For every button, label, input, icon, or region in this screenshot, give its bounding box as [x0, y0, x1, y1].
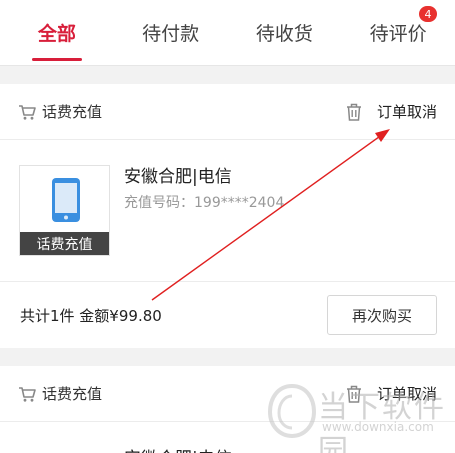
recharge-number: 充值号码：199****2404 — [124, 195, 285, 211]
order-status: 订单取消 — [376, 103, 437, 121]
order-type-label: 话费充值 — [42, 103, 103, 121]
product-tag: 话费充值 — [20, 232, 109, 255]
order-tabs: 全部 待付款 待收货 待评价 4 — [0, 0, 455, 66]
product-thumbnail: 话费充值 — [19, 165, 110, 256]
order-status: 订单取消 — [376, 385, 437, 403]
review-count-badge: 4 — [419, 6, 437, 22]
phone-icon — [52, 178, 80, 222]
order-product[interactable]: 话费充值 安徽合肥|电信 充值号码：199****2404 — [0, 140, 455, 282]
tab-all[interactable]: 全部 — [0, 0, 114, 65]
cart-icon — [19, 386, 36, 402]
order-type-label: 话费充值 — [42, 385, 103, 403]
tab-pending-payment-label: 待付款 — [142, 23, 200, 45]
tab-pending-payment[interactable]: 待付款 — [114, 0, 228, 65]
order-card-header: 话费充值 订单取消 — [0, 84, 455, 140]
order-list-page: 全部 待付款 待收货 待评价 4 话费充值 订单取消 话费充值 安徽合肥|电信 … — [0, 0, 455, 453]
product-name: 安徽合肥|电信 — [124, 167, 232, 187]
cart-icon — [19, 104, 36, 120]
order-card: 话费充值 订单取消 话费充值 安徽合肥|电信 充值号码：199****2404 — [0, 84, 455, 348]
active-tab-underline — [31, 58, 82, 61]
order-card-footer: 共计1件 金额¥99.80 再次购买 — [0, 282, 455, 348]
rebuy-button[interactable]: 再次购买 — [327, 295, 437, 335]
trash-icon[interactable] — [345, 384, 363, 404]
tab-pending-review-label: 待评价 — [369, 23, 427, 45]
product-name: 安徽合肥|电信 — [124, 444, 232, 453]
order-card: 话费充值 订单取消 安徽合肥|电信 — [0, 366, 455, 453]
tab-all-label: 全部 — [37, 23, 76, 45]
tab-pending-review[interactable]: 待评价 4 — [341, 0, 455, 65]
tab-pending-receipt[interactable]: 待收货 — [228, 0, 342, 65]
order-total: 共计1件 金额¥99.80 — [20, 306, 162, 325]
order-card-header: 话费充值 订单取消 — [0, 366, 455, 422]
tab-pending-receipt-label: 待收货 — [255, 23, 313, 45]
trash-icon[interactable] — [345, 102, 363, 122]
